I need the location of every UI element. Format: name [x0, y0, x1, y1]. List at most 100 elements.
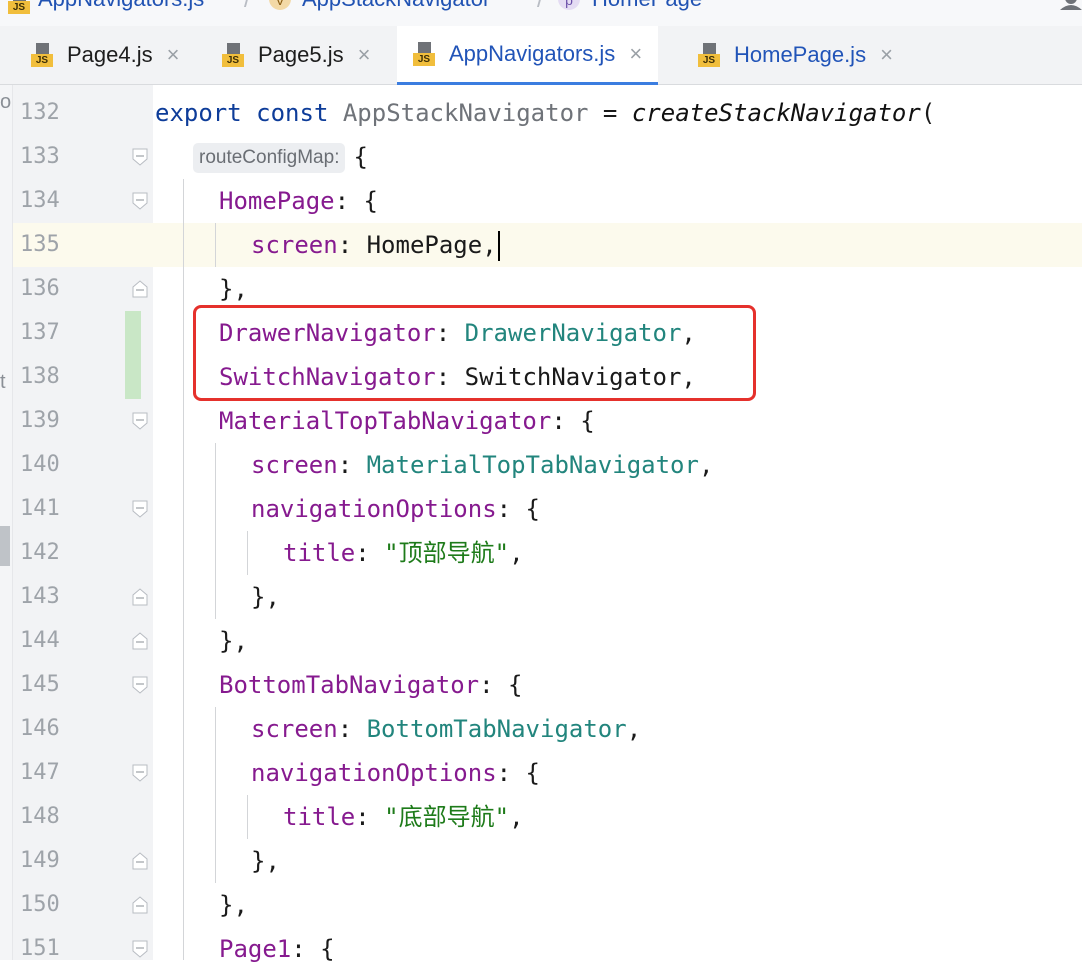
code-line: 149 },: [0, 839, 1082, 883]
code-line: 148 title: "底部导航",: [0, 795, 1082, 839]
token-property: title: [283, 539, 356, 567]
breadcrumb-item-property[interactable]: HomePage: [592, 0, 702, 12]
line-content: routeConfigMap:{: [193, 135, 368, 179]
token-punct: ,: [698, 451, 714, 479]
annotation-highlight-box: [193, 305, 756, 401]
line-content: screen: MaterialTopTabNavigator,: [251, 443, 713, 487]
user-icon[interactable]: [1060, 0, 1082, 10]
token-punct: },: [219, 627, 248, 655]
token-property: screen: [251, 231, 338, 259]
code-line: 146 screen: BottomTabNavigator,: [0, 707, 1082, 751]
line-number: 133: [20, 144, 60, 169]
line-number: 151: [20, 936, 60, 961]
close-icon[interactable]: ×: [629, 41, 642, 67]
code-line: 133 routeConfigMap:{: [0, 135, 1082, 179]
fold-open-icon[interactable]: [131, 764, 149, 782]
fold-open-icon[interactable]: [131, 412, 149, 430]
tab-label: Page4.js: [67, 42, 153, 67]
token-property: BottomTabNavigator: [219, 671, 480, 699]
token-punct: : {: [479, 671, 523, 699]
line-number: 144: [20, 628, 60, 653]
code-line: 142 title: "顶部导航",: [0, 531, 1082, 575]
token-punct: ,: [509, 803, 524, 831]
tab-page5[interactable]: JS Page5.js ×: [222, 26, 370, 84]
variable-icon: V: [269, 0, 291, 10]
token-punct: :: [337, 451, 367, 479]
code-line: 145 BottomTabNavigator: {: [0, 663, 1082, 707]
line-content: BottomTabNavigator: {: [219, 663, 522, 707]
line-number: 138: [20, 364, 60, 389]
tab-page4[interactable]: JS Page4.js ×: [31, 26, 179, 84]
line-number: 142: [20, 540, 60, 565]
token-reference: BottomTabNavigator: [366, 715, 627, 743]
line-number: 135: [20, 232, 60, 257]
token-property: screen: [251, 451, 338, 479]
close-icon[interactable]: ×: [358, 42, 371, 68]
line-number: 132: [20, 100, 60, 125]
breadcrumb-separator: /: [244, 0, 251, 14]
js-file-icon: JS: [413, 42, 435, 66]
property-icon: p: [558, 0, 580, 10]
js-file-icon: JS: [222, 43, 244, 67]
token-property: HomePage: [219, 187, 335, 215]
line-content: navigationOptions: {: [251, 487, 540, 531]
token-punct: },: [251, 847, 280, 875]
fold-open-icon[interactable]: [131, 676, 149, 694]
token-punct: :: [337, 715, 367, 743]
token-punct: ,: [626, 715, 642, 743]
code-line: 139 MaterialTopTabNavigator: {: [0, 399, 1082, 443]
close-icon[interactable]: ×: [167, 42, 180, 68]
close-icon[interactable]: ×: [880, 42, 893, 68]
token-punct: : {: [291, 935, 335, 963]
line-number: 148: [20, 804, 60, 829]
breadcrumb: JS AppNavigators.js / V AppStackNavigato…: [0, 0, 1082, 26]
fold-open-icon[interactable]: [131, 148, 149, 166]
line-content: screen: HomePage,: [251, 223, 500, 267]
code-line: 140 screen: MaterialTopTabNavigator,: [0, 443, 1082, 487]
token-property: screen: [251, 715, 338, 743]
token-keyword: export const: [155, 99, 343, 127]
line-number: 134: [20, 188, 60, 213]
fold-close-icon[interactable]: [131, 632, 149, 650]
fold-close-icon[interactable]: [131, 896, 149, 914]
breadcrumb-separator: /: [537, 0, 544, 14]
line-number: 145: [20, 672, 60, 697]
token-punct: : {: [496, 495, 540, 523]
inlay-hint: routeConfigMap:: [193, 143, 346, 173]
breadcrumb-item-variable[interactable]: AppStackNavigator: [302, 0, 490, 12]
token-paren: (: [920, 99, 936, 127]
token-punct: : {: [496, 759, 540, 787]
code-line: 144 },: [0, 619, 1082, 663]
token-punct: },: [219, 891, 248, 919]
js-file-icon: JS: [31, 43, 53, 67]
fold-open-icon[interactable]: [131, 192, 149, 210]
tab-label: HomePage.js: [734, 42, 867, 67]
line-number: 146: [20, 716, 60, 741]
tab-label: Page5.js: [258, 42, 344, 67]
line-number: 139: [20, 408, 60, 433]
tab-label: AppNavigators.js: [449, 41, 616, 66]
code-line: 143 },: [0, 575, 1082, 619]
breadcrumb-item-file[interactable]: AppNavigators.js: [38, 0, 204, 12]
line-content: navigationOptions: {: [251, 751, 540, 795]
token-property: Page1: [219, 935, 292, 963]
line-number: 150: [20, 892, 60, 917]
fold-close-icon[interactable]: [131, 852, 149, 870]
token-punct: :: [355, 539, 385, 567]
code-line: 150 },: [0, 883, 1082, 927]
fold-close-icon[interactable]: [131, 280, 149, 298]
code-line: 135 screen: HomePage,: [0, 223, 1082, 267]
fold-close-icon[interactable]: [131, 588, 149, 606]
line-number: 141: [20, 496, 60, 521]
fold-open-icon[interactable]: [131, 500, 149, 518]
code-line: 141 navigationOptions: {: [0, 487, 1082, 531]
tab-appnavigators[interactable]: JS AppNavigators.js ×: [397, 26, 659, 85]
text-caret: [497, 231, 500, 261]
tab-homepage[interactable]: JS HomePage.js ×: [698, 26, 893, 84]
token-function: createStackNavigator: [631, 99, 921, 127]
fold-open-icon[interactable]: [131, 940, 149, 958]
token-operator: =: [588, 99, 632, 127]
token-property: title: [283, 803, 356, 831]
token-punct: : {: [551, 407, 595, 435]
editor-tab-bar: JS Page4.js × JS Page5.js × JS AppNaviga…: [0, 26, 1082, 85]
